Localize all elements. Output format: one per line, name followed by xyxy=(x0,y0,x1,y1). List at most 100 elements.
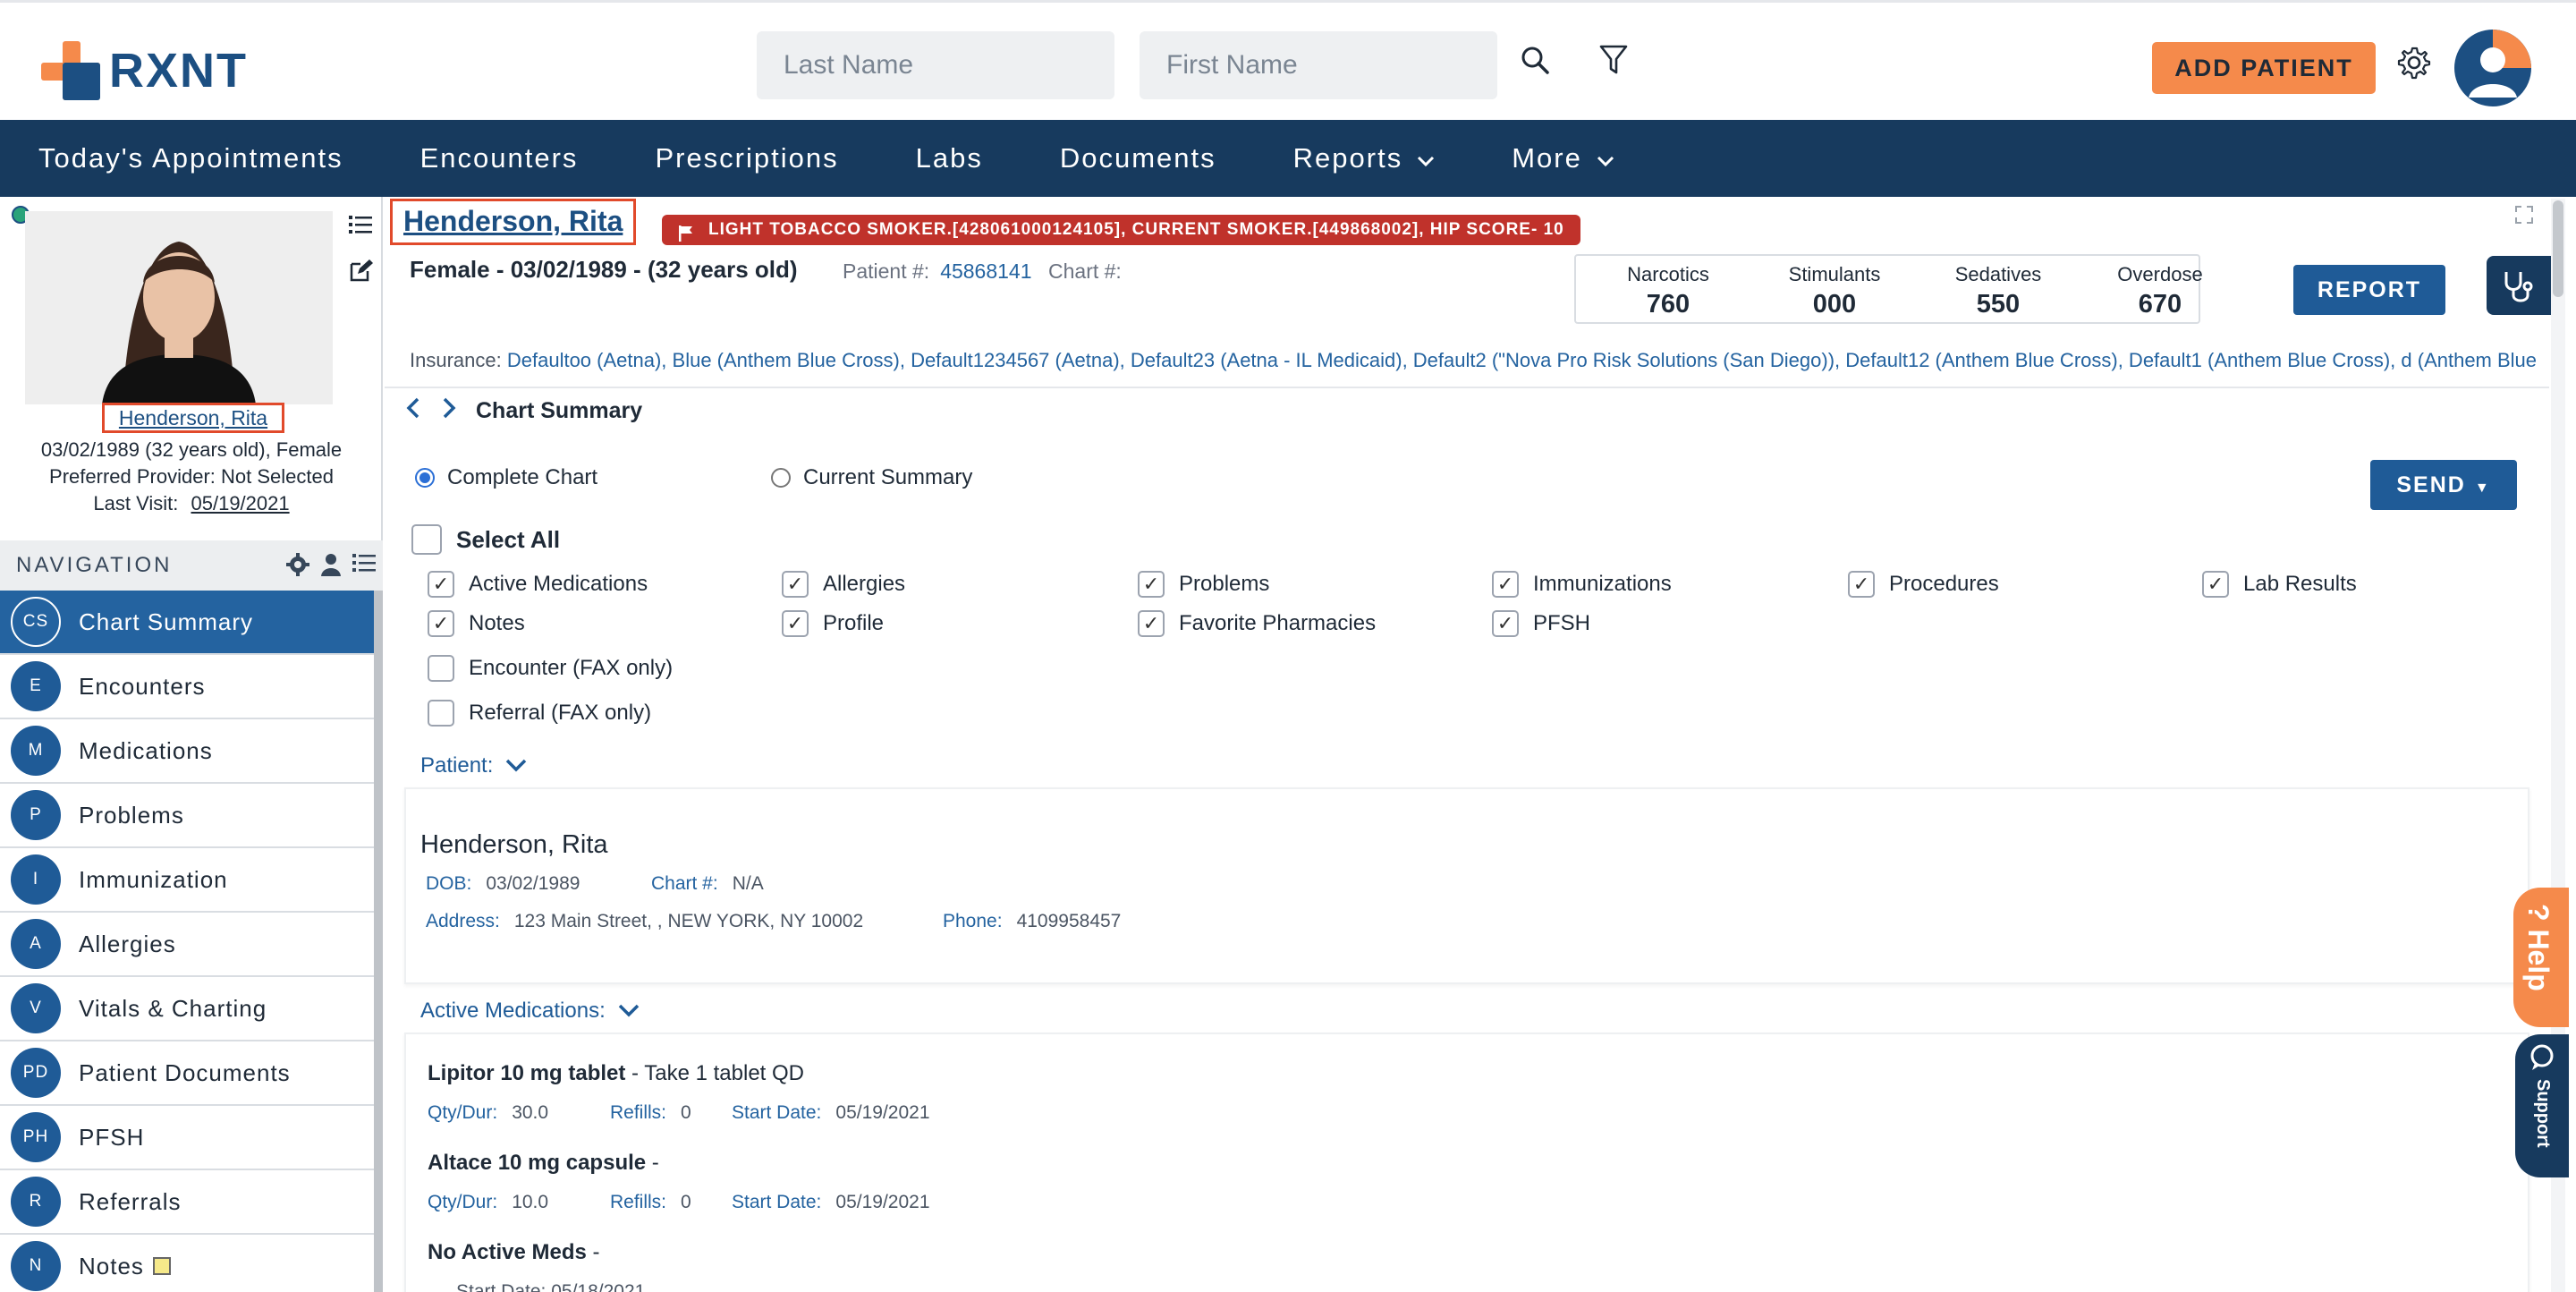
complete-chart-radio[interactable]: Complete Chart xyxy=(415,465,597,490)
insurance-line: Insurance: Defaultoo (Aetna), Blue (Anth… xyxy=(410,349,2556,372)
referral-fax-checkbox[interactable]: Referral (FAX only) xyxy=(428,700,651,727)
patient-number: Patient #: 45868141 xyxy=(843,259,1032,284)
support-tab[interactable]: Support xyxy=(2515,1034,2569,1177)
sidebar-patient-name-link[interactable]: Henderson, Rita xyxy=(102,403,284,433)
edit-icon[interactable] xyxy=(349,259,374,286)
checked-icon: ✓ xyxy=(1138,571,1165,598)
first-name-input[interactable] xyxy=(1140,31,1497,99)
help-tab[interactable]: ? Help xyxy=(2513,888,2569,1027)
expand-icon[interactable] xyxy=(2515,206,2533,228)
send-button[interactable]: SEND ▼ xyxy=(2370,460,2517,510)
favorite-pharmacies-checkbox[interactable]: ✓ Favorite Pharmacies xyxy=(1138,610,1376,637)
scrollbar-thumb[interactable] xyxy=(2553,200,2563,297)
nav-todays-appointments[interactable]: Today's Appointments xyxy=(38,142,343,174)
rxnt-logo[interactable]: RXNT xyxy=(41,38,248,103)
nav-badge: E xyxy=(11,661,61,711)
pdmp-report-button[interactable]: REPORT xyxy=(2293,265,2445,315)
last-name-input[interactable] xyxy=(757,31,1114,99)
nav-list-icon[interactable] xyxy=(352,553,376,582)
checked-icon: ✓ xyxy=(782,610,809,637)
nav-more[interactable]: More xyxy=(1512,142,1614,174)
immunizations-checkbox[interactable]: ✓ Immunizations xyxy=(1492,571,1672,598)
nav-badge: PD xyxy=(11,1048,61,1098)
patient-phone: Phone: 4109958457 xyxy=(943,911,1122,931)
help-question-icon: ? xyxy=(2522,904,2555,922)
last-visit-link[interactable]: 05/19/2021 xyxy=(191,492,290,514)
lab-results-checkbox[interactable]: ✓ Lab Results xyxy=(2202,571,2357,598)
pfsh-checkbox[interactable]: ✓ PFSH xyxy=(1492,610,1590,637)
chevron-down-icon xyxy=(1417,142,1435,174)
breadcrumb-title: Chart Summary xyxy=(476,398,643,423)
problems-checkbox[interactable]: ✓ Problems xyxy=(1138,571,1269,598)
nav-prescriptions[interactable]: Prescriptions xyxy=(655,142,838,174)
sidebar-item-chart-summary[interactable]: CS Chart Summary xyxy=(0,591,374,655)
patient-number-value[interactable]: 45868141 xyxy=(940,259,1031,283)
narcotics-score: Narcotics 760 xyxy=(1627,263,1709,319)
chevron-down-icon xyxy=(505,753,527,778)
nav-person-icon[interactable] xyxy=(320,553,342,582)
patient-sidebar: Henderson, Rita 03/02/1989 (32 years old… xyxy=(0,197,383,1292)
forward-chevron-icon[interactable] xyxy=(442,397,456,425)
nav-reports-label: Reports xyxy=(1292,142,1403,174)
sidebar-scrollbar[interactable] xyxy=(374,591,383,1292)
current-summary-radio[interactable]: Current Summary xyxy=(771,465,972,490)
list-view-icon[interactable] xyxy=(349,215,374,239)
sidebar-item-referrals[interactable]: R Referrals xyxy=(0,1170,374,1235)
medication-refills: Refills: 0 xyxy=(610,1102,691,1123)
select-all-checkbox[interactable]: Select All xyxy=(411,524,560,555)
checked-icon: ✓ xyxy=(1492,571,1519,598)
sidebar-item-problems[interactable]: P Problems xyxy=(0,784,374,848)
sidebar-item-medications[interactable]: M Medications xyxy=(0,719,374,784)
stethoscope-button[interactable] xyxy=(2487,256,2553,315)
nav-reports[interactable]: Reports xyxy=(1293,142,1436,174)
procedures-checkbox[interactable]: ✓ Procedures xyxy=(1848,571,1999,598)
sedatives-score: Sedatives 550 xyxy=(1954,263,2042,319)
active-medications-section-toggle[interactable]: Active Medications: xyxy=(420,999,640,1024)
logo-text: RXNT xyxy=(109,44,248,98)
nav-settings-gear-icon[interactable] xyxy=(286,553,309,582)
sidebar-item-allergies[interactable]: A Allergies xyxy=(0,913,374,977)
no-active-meds-title: No Active Meds - xyxy=(428,1240,600,1264)
checked-icon: ✓ xyxy=(2202,571,2229,598)
section-heading: Patient: xyxy=(420,753,494,778)
patient-name-link[interactable]: Henderson, Rita xyxy=(390,199,637,245)
patient-section-toggle[interactable]: Patient: xyxy=(420,753,527,778)
sidebar-item-vitals-charting[interactable]: V Vitals & Charting xyxy=(0,977,374,1041)
chevron-down-icon xyxy=(618,999,640,1024)
insurance-value[interactable]: Defaultoo (Aetna), Blue (Anthem Blue Cro… xyxy=(507,349,2537,371)
chat-bubble-icon xyxy=(2528,1043,2556,1076)
sidebar-item-notes[interactable]: N Notes xyxy=(0,1235,374,1292)
nav-badge: CS xyxy=(11,597,61,647)
medication-qty: Qty/Dur: 30.0 xyxy=(428,1102,549,1123)
sidebar-dob-line: 03/02/1989 (32 years old), Female xyxy=(40,438,343,461)
checked-icon: ✓ xyxy=(1492,610,1519,637)
medication-title: Lipitor 10 mg tablet - Take 1 tablet QD xyxy=(428,1061,805,1085)
sidebar-item-immunization[interactable]: I Immunization xyxy=(0,848,374,913)
active-medications-checkbox[interactable]: ✓ Active Medications xyxy=(428,571,648,598)
sidebar-item-encounters[interactable]: E Encounters xyxy=(0,655,374,719)
sidebar-item-label: Chart Summary xyxy=(79,608,254,635)
caret-down-icon: ▼ xyxy=(2474,480,2491,496)
notes-checkbox[interactable]: ✓ Notes xyxy=(428,610,525,637)
profile-checkbox[interactable]: ✓ Profile xyxy=(782,610,884,637)
nav-encounters[interactable]: Encounters xyxy=(420,142,579,174)
back-chevron-icon[interactable] xyxy=(406,397,420,425)
nav-labs[interactable]: Labs xyxy=(916,142,983,174)
settings-gear-icon[interactable] xyxy=(2395,44,2433,81)
support-tab-label: Support xyxy=(2533,1079,2553,1148)
sidebar-item-patient-documents[interactable]: PD Patient Documents xyxy=(0,1041,374,1106)
user-avatar[interactable] xyxy=(2454,30,2531,106)
note-indicator-icon xyxy=(152,1257,171,1275)
main-navigation: Today's Appointments Encounters Prescrip… xyxy=(0,120,2576,197)
filter-icon[interactable] xyxy=(1596,42,1631,78)
encounter-fax-checkbox[interactable]: Encounter (FAX only) xyxy=(428,655,673,682)
search-icon[interactable] xyxy=(1517,42,1553,78)
nav-documents[interactable]: Documents xyxy=(1060,142,1216,174)
patient-photo xyxy=(25,211,333,404)
sidebar-item-pfsh[interactable]: PH PFSH xyxy=(0,1106,374,1170)
patient-alert-badge[interactable]: LIGHT TOBACCO SMOKER.[428061000124105], … xyxy=(662,215,1580,245)
chart-main: Henderson, Rita LIGHT TOBACCO SMOKER.[42… xyxy=(385,197,2553,1292)
add-patient-button[interactable]: ADD PATIENT xyxy=(2152,42,2376,94)
insurance-label: Insurance: xyxy=(410,349,502,371)
allergies-checkbox[interactable]: ✓ Allergies xyxy=(782,571,905,598)
